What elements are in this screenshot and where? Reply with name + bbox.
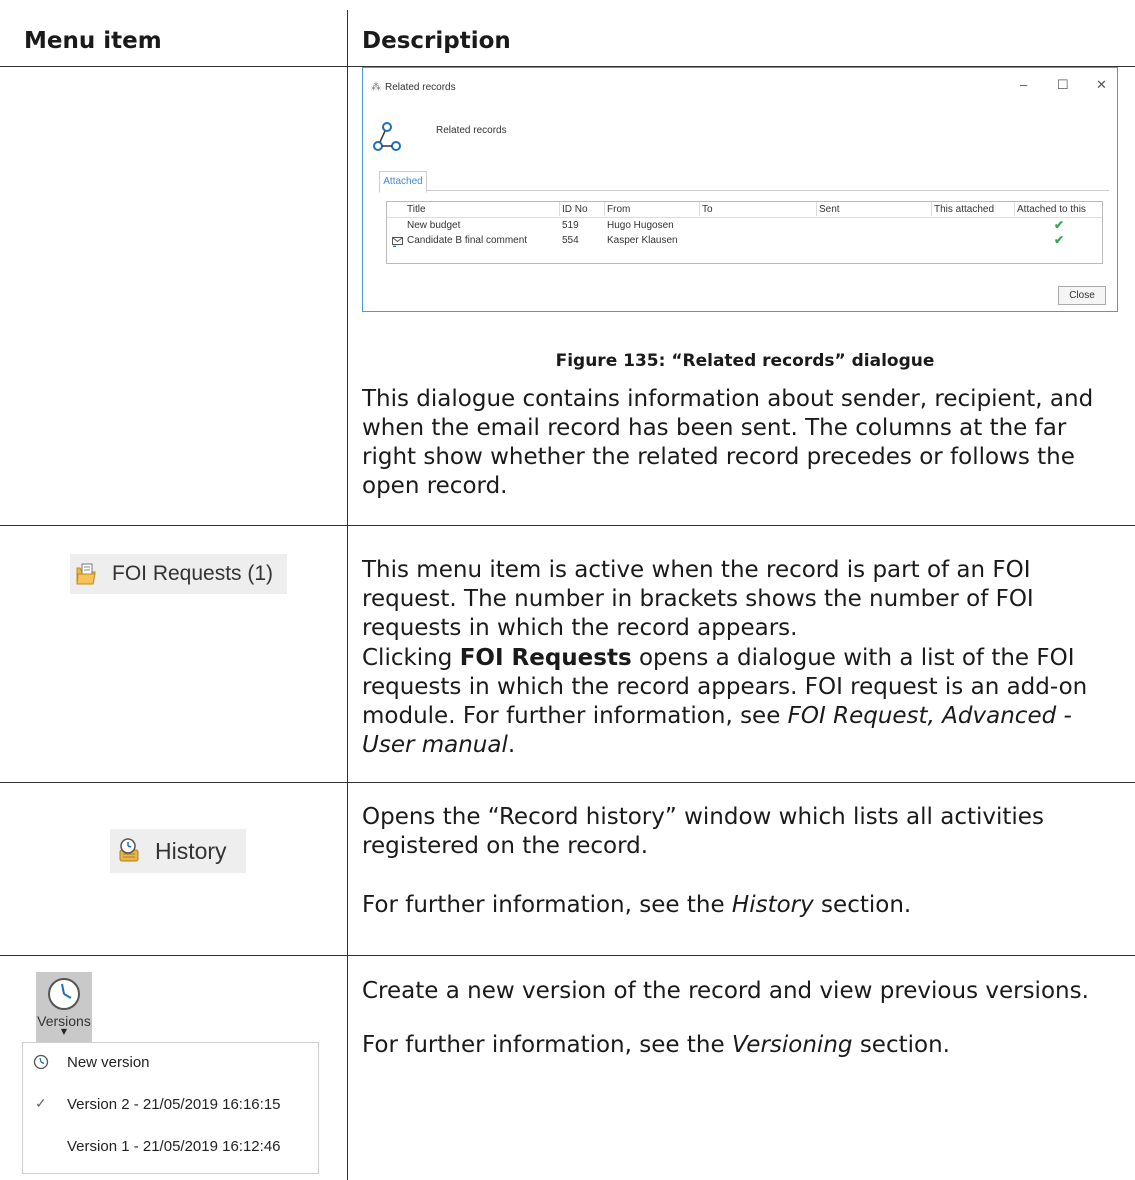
related-records-grid: Title ID No From To Sent This attached A… <box>386 201 1103 264</box>
menu-item-label: Version 1 - 21/05/2019 16:12:46 <box>67 1138 281 1155</box>
grid-header-attached-to-this[interactable]: Attached to this <box>1017 204 1086 215</box>
versions-description-2: For further information, see the Version… <box>362 1031 1127 1060</box>
related-records-description: This dialogue contains information about… <box>362 386 1094 499</box>
foi-p2-text: Clicking <box>362 645 460 671</box>
column-header-description: Description <box>362 28 511 54</box>
menu-item-new-version[interactable]: New version <box>23 1049 318 1077</box>
grid-cell-from: Kasper Klausen <box>607 235 678 246</box>
grid-header-from[interactable]: From <box>607 204 630 215</box>
related-records-large-icon <box>373 122 401 151</box>
menu-item-version-2[interactable]: ✓ Version 2 - 21/05/2019 16:16:15 <box>23 1091 318 1119</box>
clock-icon <box>33 1054 49 1070</box>
tab-attached[interactable]: Attached <box>379 171 427 193</box>
foi-description-1: This menu item is active when the record… <box>362 557 1034 641</box>
column-header-menu-item: Menu item <box>24 28 162 54</box>
menu-item-version-1[interactable]: Version 1 - 21/05/2019 16:12:46 <box>23 1133 318 1161</box>
minimize-icon[interactable]: – <box>1020 77 1027 92</box>
grid-col-sep <box>559 202 560 216</box>
foi-requests-label: FOI Requests (1) <box>112 562 274 585</box>
foi-p2-bold: FOI Requests <box>459 645 632 671</box>
figure-caption: Figure 135: “Related records” dialogue <box>555 351 935 371</box>
row-rule <box>0 955 1135 956</box>
history-button[interactable]: History <box>110 829 246 873</box>
clock-icon <box>48 978 80 1010</box>
history-section-reference: History <box>731 892 814 918</box>
foi-requests-button[interactable]: FOI Requests (1) <box>70 554 287 594</box>
grid-header-this-attached[interactable]: This attached <box>934 204 994 215</box>
row-rule <box>0 525 1135 526</box>
versions-button[interactable]: Versions ▼ <box>36 972 92 1042</box>
versions-p2-text: section. <box>852 1032 950 1058</box>
versioning-section-reference: Versioning <box>731 1032 853 1058</box>
grid-col-sep <box>604 202 605 216</box>
grid-cell-id: 554 <box>562 235 579 246</box>
check-icon: ✔ <box>1054 218 1065 232</box>
close-icon[interactable]: ✕ <box>1096 77 1107 93</box>
menu-item-label: New version <box>67 1054 150 1071</box>
versions-menu: New version ✓ Version 2 - 21/05/2019 16:… <box>22 1042 319 1174</box>
foi-description-2: Clicking FOI Requests opens a dialogue w… <box>362 644 1127 760</box>
grid-header-sent[interactable]: Sent <box>819 204 840 215</box>
dialog-window-title: Related records <box>385 82 456 93</box>
column-divider <box>347 10 348 1180</box>
versions-description-1: Create a new version of the record and v… <box>362 978 1089 1004</box>
dialog-close-button[interactable]: Close <box>1058 286 1106 305</box>
maximize-icon[interactable]: ☐ <box>1057 77 1069 93</box>
grid-header-title[interactable]: Title <box>407 204 426 215</box>
grid-header-to[interactable]: To <box>702 204 713 215</box>
grid-header-line <box>387 217 1102 218</box>
related-records-dialog: ⁂ Related records – ☐ ✕ Related records … <box>362 67 1118 312</box>
menu-item-label: Version 2 - 21/05/2019 16:16:15 <box>67 1096 281 1113</box>
history-description-2: For further information, see the History… <box>362 891 1127 920</box>
grid-cell-id: 519 <box>562 220 579 231</box>
related-records-icon: ⁂ <box>371 82 381 93</box>
foi-p2-text: . <box>507 732 516 758</box>
history-p2-text: section. <box>813 892 912 918</box>
grid-col-sep <box>816 202 817 216</box>
grid-col-sep <box>699 202 700 216</box>
dialog-header-title: Related records <box>436 125 507 136</box>
history-icon <box>119 838 139 862</box>
versions-p2-text: For further information, see the <box>362 1032 732 1058</box>
grid-cell-title[interactable]: Candidate B final comment <box>407 235 527 246</box>
grid-cell-title[interactable]: New budget <box>407 220 460 231</box>
grid-header-id[interactable]: ID No <box>562 204 588 215</box>
history-description-1: Opens the “Record history” window which … <box>362 804 1044 859</box>
email-icon <box>392 237 403 247</box>
grid-col-sep <box>1014 202 1015 216</box>
check-icon: ✓ <box>35 1095 47 1111</box>
grid-cell-from: Hugo Hugosen <box>607 220 674 231</box>
check-icon: ✔ <box>1054 233 1065 247</box>
chevron-down-icon[interactable]: ▼ <box>36 1027 92 1036</box>
grid-col-sep <box>931 202 932 216</box>
row-rule <box>0 782 1135 783</box>
history-label: History <box>155 838 227 864</box>
foi-folder-icon <box>76 563 96 585</box>
history-p2-text: For further information, see the <box>362 892 732 918</box>
tab-strip-line <box>379 190 1109 191</box>
